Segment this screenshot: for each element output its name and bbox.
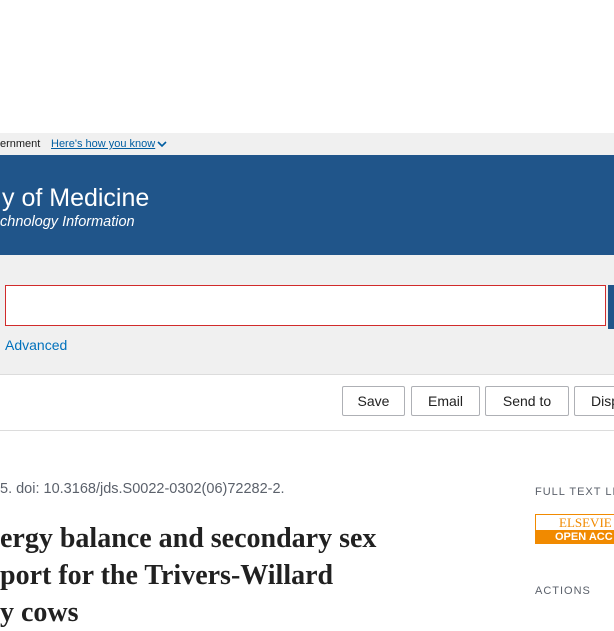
email-button[interactable]: Email [411, 386, 480, 416]
article-citation: 5. doi: 10.3168/jds.S0022-0302(06)72282-… [0, 481, 285, 497]
site-title[interactable]: y of Medicine [2, 183, 149, 213]
gov-banner: ernment Here's how you know [0, 133, 614, 155]
article-title-line: port for the Trivers-Willard [0, 560, 334, 591]
display-options-button[interactable]: Disp [574, 386, 614, 416]
search-input[interactable] [5, 285, 606, 326]
actions-heading: ACTIONS [535, 585, 591, 597]
article-title: ergy balance and secondary sex port for … [0, 520, 440, 631]
search-button[interactable] [608, 285, 614, 329]
open-access-label: OPEN ACC [535, 530, 614, 544]
save-button[interactable]: Save [342, 386, 405, 416]
full-text-links-heading: FULL TEXT LIN [535, 486, 614, 498]
elsevier-open-access-link[interactable]: ELSEVIE OPEN ACC [535, 514, 614, 544]
heres-how-you-know-label: Here's how you know [51, 138, 156, 150]
site-header: y of Medicine chnology Information [0, 155, 614, 255]
gov-banner-text: ernment [0, 138, 41, 150]
article-title-line: ergy balance and secondary sex [0, 523, 377, 554]
elsevier-logo-text: ELSEVIE [535, 514, 614, 530]
advanced-search-link[interactable]: Advanced [5, 337, 67, 353]
site-subtitle: chnology Information [0, 214, 135, 230]
heres-how-you-know-link[interactable]: Here's how you know [51, 133, 167, 155]
send-to-button[interactable]: Send to [485, 386, 569, 416]
action-toolbar: Save Email Send to Disp [0, 375, 614, 431]
search-bar: Advanced [0, 255, 614, 375]
article-title-line: y cows [0, 597, 79, 628]
chevron-down-icon [157, 141, 167, 148]
top-blank-area [0, 0, 614, 133]
